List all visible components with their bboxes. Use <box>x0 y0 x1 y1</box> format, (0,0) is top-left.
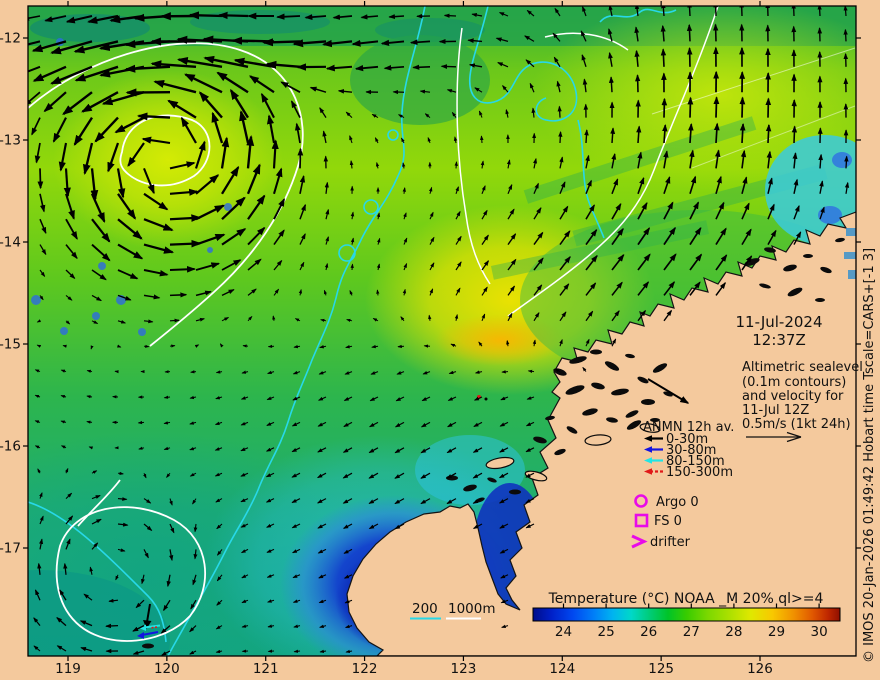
colorbar-title: Temperature (°C) NOAA _M 20% ql>=4 <box>548 591 824 607</box>
current-arrow <box>739 96 746 118</box>
current-arrow <box>231 36 275 45</box>
current-arrow <box>169 265 196 273</box>
y-tick-label: -17 <box>0 541 21 557</box>
y-tick-label: -13 <box>0 133 21 149</box>
current-arrow <box>188 11 223 20</box>
current-arrow <box>687 96 694 118</box>
current-arrow <box>843 6 848 17</box>
drifter-label: drifter <box>650 535 691 550</box>
colorbar-gradient <box>532 607 841 622</box>
current-arrow <box>376 289 380 296</box>
alti-line-4: 11-Jul 12Z <box>742 403 809 418</box>
y-tick-label: -16 <box>0 439 21 455</box>
current-arrow <box>169 239 202 248</box>
colorbar-tick-label: 25 <box>598 624 615 640</box>
imos-ocean-current-map: 119 120 121 122 123 124 125 126 -12 -13 -14 -15 -16 -… <box>0 0 880 680</box>
current-arrow <box>479 135 484 144</box>
islet <box>815 298 825 302</box>
isobath-legend: 200 1000m <box>410 601 496 620</box>
current-arrow <box>105 623 119 629</box>
credit-line: © IMOS 20-Jan-2026 01:49:42 Hobart time … <box>862 248 877 663</box>
current-arrow <box>713 122 720 144</box>
current-arrow <box>293 649 301 653</box>
isobath-1000-label: 1000m <box>448 601 496 617</box>
current-arrow <box>397 344 405 349</box>
fs-label: FS 0 <box>654 514 682 529</box>
y-tick-label: -14 <box>0 235 21 251</box>
current-arrow <box>739 122 746 144</box>
alti-line-3: and velocity for <box>742 389 844 404</box>
colorbar-tick-label: 30 <box>811 624 828 640</box>
x-tick-label: 121 <box>253 661 279 677</box>
current-arrow <box>37 168 44 190</box>
isobath-200-label: 200 <box>412 601 438 617</box>
current-arrow <box>117 471 124 476</box>
y-tick-label: -12 <box>0 31 21 47</box>
current-arrow <box>137 420 145 425</box>
islet <box>641 399 655 405</box>
map-time: 12:37Z <box>752 331 806 349</box>
x-tick-label: 120 <box>154 661 180 677</box>
current-arrow <box>169 214 202 222</box>
map-canvas: 119 120 121 122 123 124 125 126 -12 -13 -14 -15 -16 -… <box>0 1 877 677</box>
current-arrow <box>350 263 354 271</box>
x-tick-label: 126 <box>747 661 773 677</box>
x-tick-label: 119 <box>55 661 81 677</box>
x-tick-label: 123 <box>451 661 477 677</box>
current-arrow <box>443 13 457 18</box>
current-arrow <box>713 96 720 118</box>
colorbar-tick-label: 24 <box>555 624 572 640</box>
current-arrow <box>412 64 431 70</box>
current-arrow <box>169 292 188 298</box>
colorbar-tick-label: 27 <box>683 624 700 640</box>
current-arrow <box>608 76 614 93</box>
current-arrow <box>713 6 719 17</box>
current-arrow <box>169 318 180 323</box>
current-arrow <box>136 112 171 121</box>
map-interior <box>28 6 856 656</box>
current-arrow <box>687 6 692 17</box>
colorbar-tick-label: 28 <box>725 624 742 640</box>
argo-label: Argo 0 <box>656 495 699 510</box>
islet <box>509 489 521 495</box>
x-tick-label: 125 <box>648 661 674 677</box>
current-arrow <box>190 370 197 374</box>
current-arrow <box>558 131 563 144</box>
current-arrow <box>765 123 772 144</box>
current-arrow <box>262 38 301 47</box>
current-arrow <box>297 147 304 169</box>
current-arrow <box>217 11 249 20</box>
alti-line-5: 0.5m/s (1kt 24h) <box>742 417 851 432</box>
current-arrow <box>242 344 249 348</box>
current-arrow <box>62 344 67 348</box>
anmn-depth-label: 150-300m <box>666 465 733 480</box>
current-arrow <box>557 105 562 118</box>
current-arrow <box>844 155 849 169</box>
current-arrow <box>584 129 589 144</box>
islet <box>803 254 813 258</box>
colorbar-tick-label: 29 <box>768 624 785 640</box>
x-tick-label: 122 <box>352 661 378 677</box>
alti-line-1: Altimetric sealevel <box>742 360 863 375</box>
current-arrow <box>610 127 616 144</box>
islet <box>142 643 154 649</box>
current-arrow <box>791 125 798 144</box>
current-arrow <box>169 344 176 348</box>
current-arrow <box>388 14 405 20</box>
current-arrow <box>660 48 667 67</box>
alti-line-2: (0.1m contours) <box>742 375 846 390</box>
y-tick-label: -15 <box>0 337 21 353</box>
current-arrow <box>117 497 128 501</box>
current-arrow <box>843 28 848 42</box>
current-arrow <box>686 23 693 42</box>
colorbar-tick-label: 26 <box>640 624 657 640</box>
x-tick-label: 124 <box>549 661 575 677</box>
islet <box>590 349 602 355</box>
current-arrow <box>454 161 458 169</box>
map-date: 11-Jul-2024 <box>735 313 822 331</box>
current-arrow <box>276 13 301 20</box>
